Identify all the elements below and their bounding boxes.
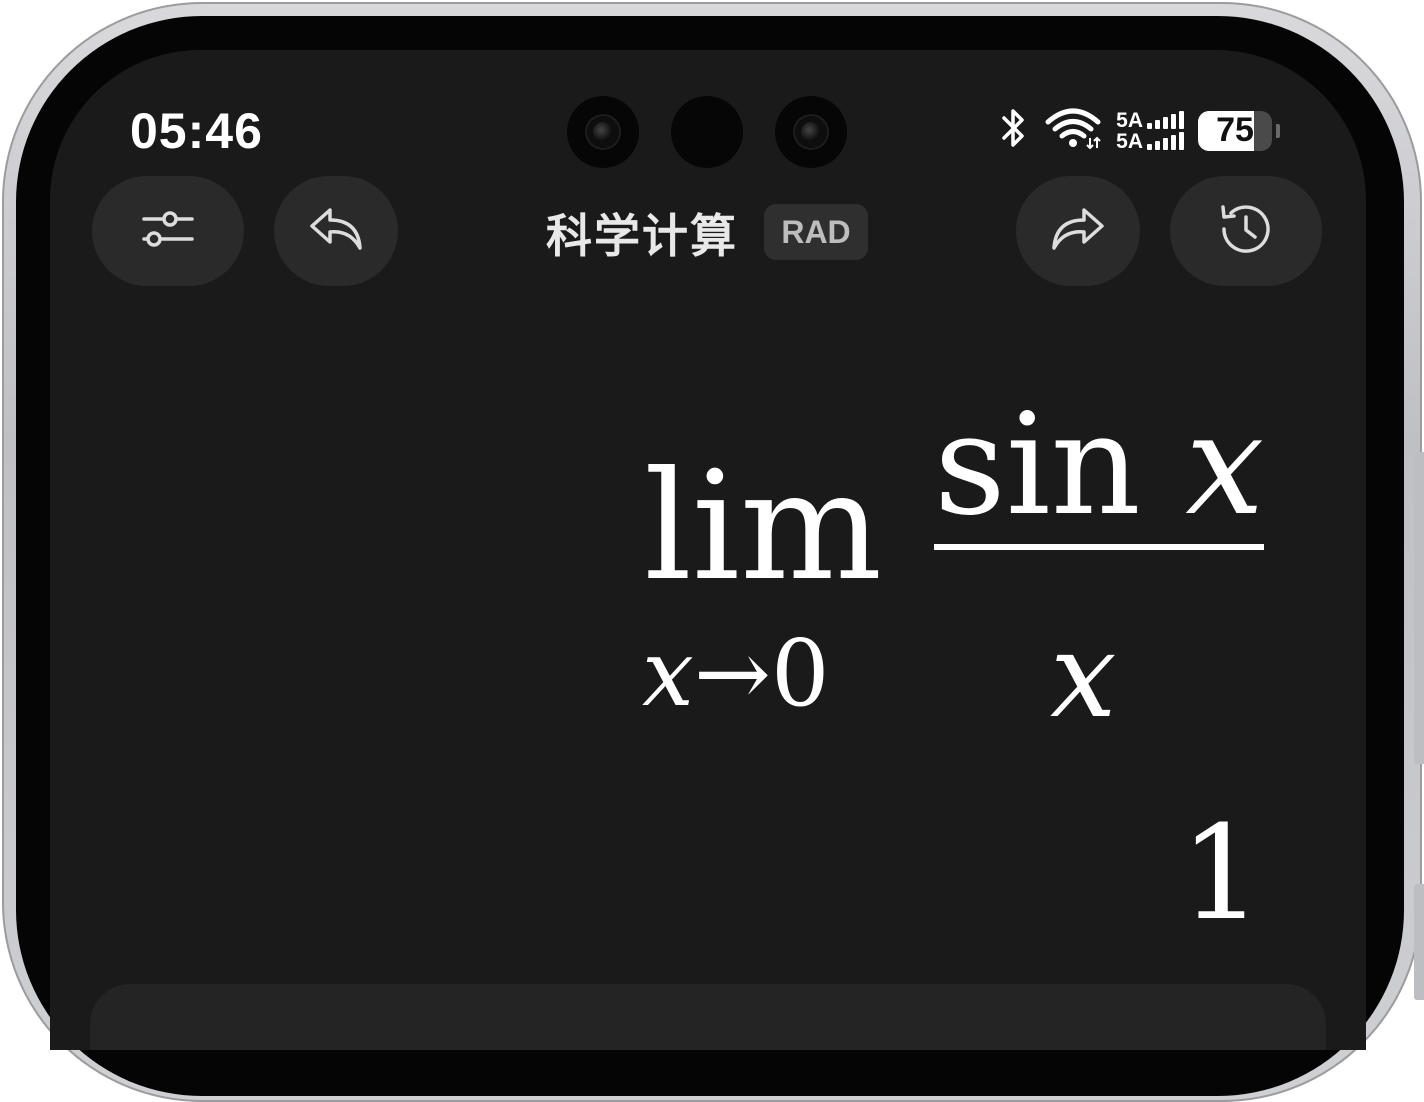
- limit-target: 0: [770, 620, 830, 727]
- keypad-panel: [90, 984, 1326, 1050]
- bluetooth-icon: [998, 106, 1030, 155]
- wifi-icon: [1044, 106, 1102, 155]
- redo-icon: [1048, 204, 1108, 259]
- numerator-variable: x: [1185, 384, 1265, 547]
- battery-icon: 75: [1198, 110, 1272, 151]
- status-icons: 5A 5A 75: [998, 106, 1280, 155]
- undo-icon: [306, 204, 366, 259]
- camera-punch-hole: [671, 96, 743, 168]
- fraction-numerator: sin x: [934, 396, 1264, 536]
- history-icon: [1214, 197, 1278, 266]
- volume-button: [1414, 452, 1424, 764]
- limit-operator: lim: [644, 440, 883, 614]
- angle-mode-badge[interactable]: RAD: [764, 204, 868, 260]
- camera-sensor-right: [775, 96, 847, 168]
- fraction-denominator: x: [1050, 606, 1117, 744]
- network-type-bottom: 5A: [1116, 129, 1143, 153]
- network-type-top: 5A: [1116, 108, 1143, 132]
- battery-level: 75: [1216, 111, 1254, 149]
- limit-variable: x: [642, 620, 694, 727]
- numerator-function: sin: [934, 384, 1141, 547]
- cellular-signal-icon: 5A 5A: [1116, 110, 1184, 152]
- settings-button[interactable]: [92, 176, 244, 286]
- page-title: 科学计算: [546, 210, 738, 262]
- camera-sensor-left: [567, 96, 639, 168]
- fraction-bar: [934, 544, 1264, 550]
- result-value: 1: [1180, 797, 1263, 949]
- settings-sliders-icon: [138, 206, 198, 257]
- history-button[interactable]: [1170, 176, 1322, 286]
- calculator-screen: 05:46 5A 5A 75 科学计算 RAD lim x→0 sin x x …: [50, 50, 1366, 1050]
- limit-arrow: →: [693, 620, 771, 727]
- redo-button[interactable]: [1016, 176, 1140, 286]
- status-time: 05:46: [130, 103, 263, 159]
- undo-button[interactable]: [274, 176, 398, 286]
- power-button: [1414, 884, 1424, 1000]
- limit-subscript: x→0: [642, 628, 830, 720]
